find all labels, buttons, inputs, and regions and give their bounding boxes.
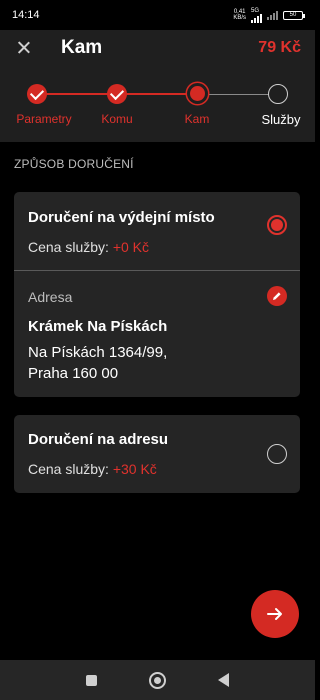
status-bar: 14:14 0,41 KB/s 5G 50 [0, 0, 315, 30]
step-label-kam: Kam [184, 112, 210, 126]
radio-unselected-icon[interactable] [267, 444, 287, 464]
price-value: +30 Kč [112, 461, 157, 477]
address-line-1: Na Pískách 1364/99, [28, 344, 168, 361]
step-connector [37, 93, 117, 95]
step-label-komu[interactable]: Komu [101, 112, 132, 126]
total-price: 79 Kč [258, 39, 301, 56]
step-4-empty-icon [268, 84, 288, 104]
step-3-current-icon [189, 86, 205, 101]
delivery-option-pickup[interactable]: Doručení na výdejní místo Cena služby: +… [14, 192, 300, 397]
divider [14, 270, 300, 271]
section-heading: ZPŮSOB DORUČENÍ [14, 157, 134, 171]
option-title: Doručení na výdejní místo [28, 209, 215, 226]
pencil-icon [273, 292, 281, 300]
signal-5g: 5G [251, 8, 262, 23]
address-line-2: Praha 160 00 [28, 365, 119, 382]
step-label-sluzby: Služby [261, 112, 301, 127]
status-time: 14:14 [12, 9, 40, 21]
edit-address-button[interactable] [267, 286, 287, 306]
back-icon[interactable] [218, 673, 229, 687]
close-icon[interactable] [14, 38, 34, 58]
step-label-parametry[interactable]: Parametry [16, 112, 71, 126]
status-icons: 0,41 KB/s 5G 50 [233, 8, 305, 23]
battery-level: 50 [289, 12, 297, 18]
price-value: +0 Kč [112, 239, 150, 255]
network-speed: 0,41 KB/s [233, 9, 246, 21]
page-title: Kam [61, 37, 103, 58]
next-button[interactable] [251, 590, 299, 638]
price-label: Cena služby: [28, 461, 113, 477]
network-speed-unit: KB/s [233, 15, 246, 21]
delivery-option-address[interactable]: Doručení na adresu Cena služby: +30 Kč [14, 415, 300, 493]
option-title: Doručení na adresu [28, 431, 169, 448]
progress-stepper: Parametry Komu Kam Služby [0, 66, 315, 142]
signal-bars-secondary-icon [267, 10, 278, 20]
step-connector [197, 94, 277, 95]
address-label: Adresa [28, 289, 73, 305]
address-name: Krámek Na Pískách [28, 318, 168, 335]
price-label: Cena služby: [28, 239, 113, 255]
step-2-check-icon[interactable] [107, 84, 127, 104]
recents-icon[interactable] [86, 674, 97, 686]
battery-icon: 50 [283, 10, 305, 20]
arrow-right-icon [267, 608, 282, 620]
home-icon[interactable] [149, 671, 166, 689]
app-header: Kam 79 Kč [0, 30, 315, 66]
step-1-check-icon[interactable] [27, 84, 47, 104]
radio-selected-icon[interactable] [267, 215, 287, 235]
step-connector [117, 93, 197, 95]
system-nav-bar [0, 660, 315, 700]
option-price: Cena služby: +30 Kč [28, 461, 157, 477]
option-price: Cena služby: +0 Kč [28, 239, 149, 255]
signal-bars-icon [251, 13, 262, 23]
